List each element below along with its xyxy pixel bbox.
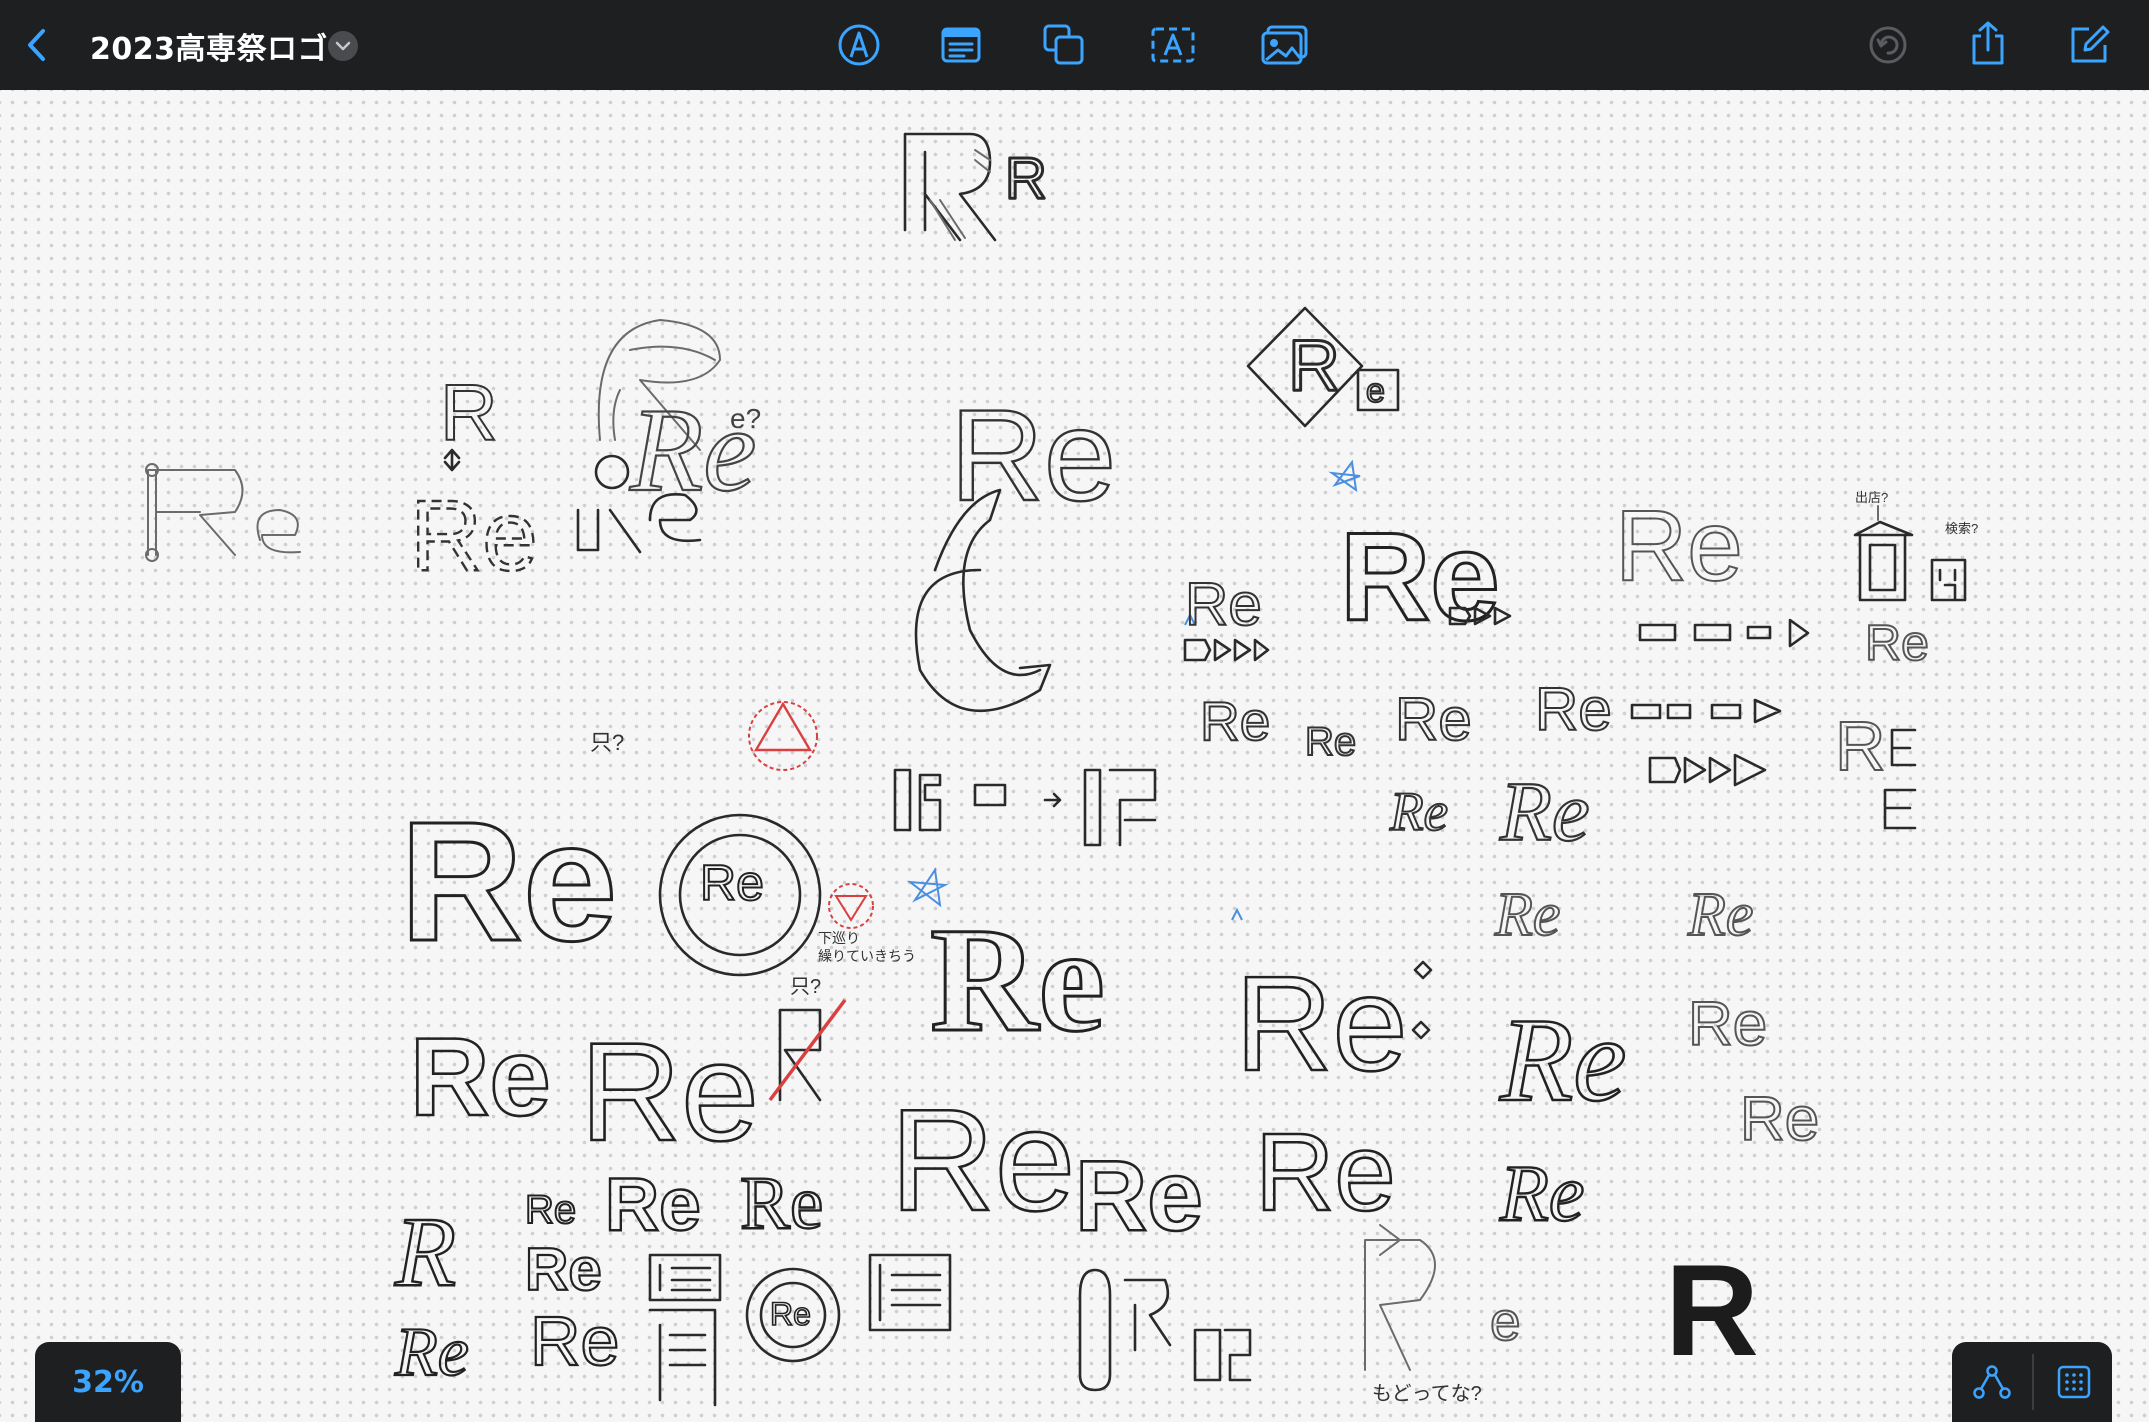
sketch-r-tiny-4: R — [394, 1196, 456, 1307]
sketch-re-tiny-6: Re — [394, 1314, 469, 1391]
text-block-button[interactable] — [936, 20, 986, 70]
sketch-label-shutten: 出店? — [1855, 490, 1888, 505]
sketch-re-small-5: Re — [1535, 676, 1612, 743]
sketch-label-modotte: もどってな? — [1372, 1382, 1482, 1405]
sketch-bottom-left-cluster: Re Re Re R Re Re Re Re — [393, 1161, 952, 1407]
sketch-re-light-4: Re — [1740, 1085, 1819, 1154]
sketch-label-kudari: 下巡り — [818, 930, 860, 946]
sketch-bold-re-2: Re — [1340, 508, 1500, 647]
sketch-swoosh-re: Re — [930, 897, 1105, 1063]
sketch-dotted-re: R Re — [409, 367, 539, 593]
sketch-red-triangle — [748, 701, 818, 771]
sketch-re-bottom-4: Re — [1499, 1150, 1584, 1238]
sketch-boxed-re-2: Re — [580, 1013, 759, 1170]
text-block-icon — [941, 27, 981, 63]
sketch-circle-re: Re — [658, 813, 822, 977]
sketch-drawings: R e? R e Re R Re Re 只? Re Re 下巡り 繰りていきちう… — [145, 132, 1978, 1407]
chevron-down-icon — [335, 41, 351, 51]
sketch-label-mi-question: 只? — [590, 730, 624, 755]
bottom-right-controls — [1952, 1342, 2112, 1422]
sketch-re-house: Re — [1865, 615, 1929, 671]
sketch-thin-re: Re — [950, 382, 1116, 528]
sketch-boxed-re-row: Re Re 只? — [409, 976, 847, 1171]
share-icon — [1972, 21, 2004, 65]
sketch-re-tiny-7: Re — [530, 1302, 619, 1380]
sketch-re-diamonds: Re — [1234, 947, 1433, 1100]
shapes-icon — [1043, 24, 1084, 65]
sketch-re-light-1: Re — [1494, 881, 1560, 949]
sketch-bold-re-arrows: Re — [1339, 507, 1512, 649]
undo-button[interactable] — [1865, 22, 1911, 68]
document-title[interactable]: 2023高専祭ロゴ — [90, 24, 328, 68]
grid-button[interactable] — [2034, 1342, 2114, 1422]
top-toolbar: 2023高専祭ロゴ — [0, 0, 2149, 90]
text-box-button[interactable] — [1148, 20, 1198, 70]
shapes-button[interactable] — [1039, 20, 1089, 70]
sketch-circle-re-text: Re — [700, 855, 764, 911]
connector-nodes-icon — [1973, 1365, 2011, 1399]
sketch-pill-glyphs — [1078, 1268, 1252, 1392]
sketch-re-bottom-2: Re — [1075, 1140, 1203, 1252]
sketch-small-r-2: R — [440, 368, 498, 457]
sketch-diamond-r: R — [1288, 326, 1340, 406]
sketch-block-re — [893, 768, 1157, 847]
sketch-re-small-3: Re — [1305, 720, 1356, 764]
sketch-house: 出店? 検索? Re — [1853, 490, 1978, 672]
share-button[interactable] — [1964, 18, 2012, 68]
sketch-re-large-right: Re — [1615, 490, 1743, 602]
undo-icon — [1869, 26, 1907, 64]
sketch-re-bottom-1: Re — [890, 1079, 1075, 1241]
sketch-red-triangle-2: 下巡り 繰りていきちう — [818, 883, 916, 964]
sketch-diamond-e: e — [1366, 372, 1385, 410]
sketch-re-triangles: Re — [1183, 570, 1270, 662]
title-menu-button[interactable] — [328, 31, 358, 61]
sketch-small-r: R — [1005, 146, 1047, 211]
sketch-e-bottom: e — [1490, 1290, 1521, 1352]
sketch-small-re-cluster: Re Re Re Re Re Re — [1199, 675, 1613, 860]
sketch-re-light-3: Re — [1688, 990, 1767, 1059]
sketch-bold-re: Re — [400, 787, 617, 977]
zoom-level-button[interactable]: 32% — [35, 1342, 181, 1422]
sketch-italic-re: Re — [629, 383, 757, 516]
sketch-curly-re: Re — [1499, 993, 1627, 1126]
sketch-circle-re-small: Re — [770, 1296, 811, 1332]
sketch-boxed-re-1: Re — [410, 1016, 551, 1139]
sketch-re-tiny-1: Re — [525, 1188, 576, 1232]
sketch-pipe-re — [145, 463, 301, 562]
sketch-r-far-right: R — [1835, 707, 1886, 785]
pen-tool-icon — [838, 24, 880, 66]
sketch-dashed-re: Re — [410, 480, 538, 592]
media-icon — [1261, 25, 1308, 65]
grid-icon — [2057, 1365, 2091, 1399]
chevron-left-icon — [28, 29, 45, 61]
sketch-re-far-right: R — [1834, 706, 1917, 830]
sketch-re-bars: Re — [1614, 489, 1810, 787]
media-button[interactable] — [1258, 20, 1312, 70]
sketch-re-tiny-2: Re — [605, 1162, 701, 1246]
sketch-re-small-4: Re — [1395, 686, 1472, 753]
sketch-diamond-re: R e — [1246, 306, 1400, 428]
sketch-label-mi-question-2: 只? — [790, 976, 821, 998]
sketch-re-large-center: Re — [1235, 948, 1408, 1099]
sketch-solid-r: R — [1665, 1237, 1759, 1383]
sketch-re-small-2: Re — [1200, 690, 1270, 752]
sketch-re-tiny-3: Re — [740, 1162, 823, 1245]
sketch-re-light-2: Re — [1687, 881, 1753, 949]
pen-tool-button[interactable] — [834, 20, 884, 70]
text-box-icon — [1151, 27, 1195, 63]
sketch-label-kensaku: 検索? — [1945, 521, 1978, 536]
sketch-r-arrow: e もどってな? — [1364, 1224, 1522, 1405]
connector-nodes-button[interactable] — [1952, 1342, 2032, 1422]
sketch-re-small-6: Re — [1389, 781, 1448, 842]
compose-icon — [2071, 25, 2110, 63]
back-button[interactable] — [14, 22, 60, 68]
sketch-re-bottom-3: Re — [1255, 1111, 1396, 1234]
freeform-canvas[interactable]: R e? R e Re R Re Re 只? Re Re 下巡り 繰りていきちう… — [0, 90, 2149, 1422]
sketch-3d-r: R — [903, 132, 1048, 242]
sketch-re-small-7: Re — [1499, 765, 1590, 859]
sketch-label-kudari-2: 繰りていきちう — [818, 948, 916, 964]
sketch-re-tiny-5: Re — [525, 1236, 602, 1303]
compose-button[interactable] — [2064, 20, 2114, 70]
sketch-re-small-1: Re — [1185, 571, 1262, 638]
